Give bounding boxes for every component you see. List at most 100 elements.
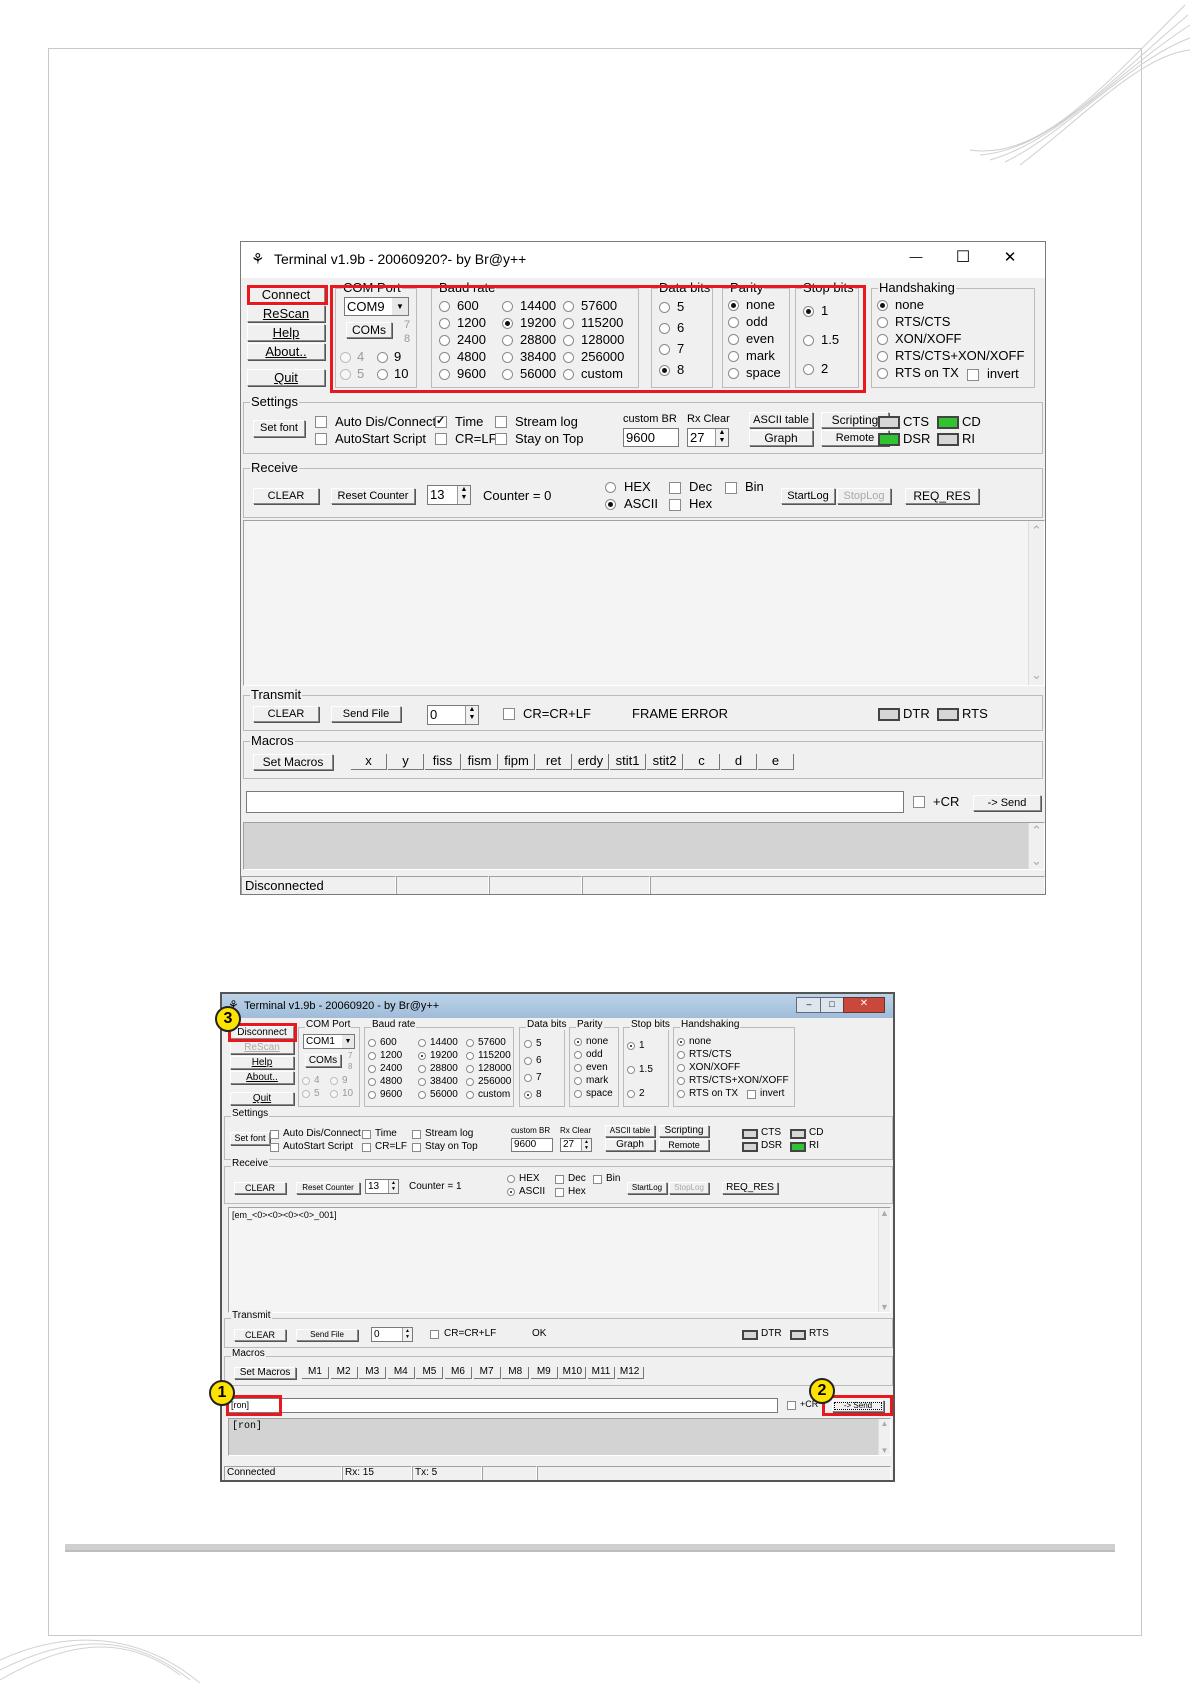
set-font-button[interactable]: Set font	[230, 1132, 270, 1145]
radio-handshake-xon-xoff[interactable]	[677, 1064, 685, 1072]
radio-baud-14400[interactable]	[418, 1039, 426, 1047]
checkbox-stream-log[interactable]	[495, 416, 507, 428]
radio-parity-odd[interactable]	[574, 1051, 582, 1059]
receive-clear-button[interactable]: CLEAR	[253, 488, 319, 504]
set-macros-button[interactable]: Set Macros	[253, 754, 333, 770]
close-icon[interactable]: ✕	[843, 997, 885, 1013]
reset-counter-button[interactable]: Reset Counter	[331, 488, 415, 504]
checkbox-time[interactable]	[435, 414, 447, 428]
rescan-button[interactable]: ReScan	[230, 1041, 294, 1054]
macro-button-m9[interactable]: M9	[530, 1367, 558, 1379]
cr-checkbox[interactable]	[913, 796, 925, 808]
scroll-down-icon[interactable]: ⌄	[1029, 667, 1044, 683]
checkbox-autostart-script[interactable]	[315, 433, 327, 445]
radio-stopbits-2[interactable]	[627, 1090, 635, 1098]
send-file-button[interactable]: Send File	[331, 706, 401, 722]
graph-button[interactable]: Graph	[605, 1139, 655, 1151]
radio-handshake-rts-cts-xon-xoff[interactable]	[677, 1077, 685, 1085]
rescan-button[interactable]: ReScan	[247, 305, 325, 322]
receive-output-area[interactable]: ⌃ ⌄	[243, 520, 1045, 686]
scroll-down-icon[interactable]: ▼	[879, 1302, 890, 1312]
transmit-clear-button[interactable]: CLEAR	[253, 706, 319, 722]
radio-baud-custom[interactable]	[466, 1091, 474, 1099]
hex-radio[interactable]	[605, 482, 616, 493]
checkbox-stream-log[interactable]	[412, 1130, 421, 1139]
radio-baud-600[interactable]	[368, 1039, 376, 1047]
macro-button-m6[interactable]: M6	[445, 1367, 472, 1379]
macro-button-m10[interactable]: M10	[559, 1367, 587, 1379]
reset-counter-button[interactable]: Reset Counter	[296, 1182, 360, 1194]
macro-button-y[interactable]: y	[388, 754, 424, 770]
minimize-icon[interactable]: —	[901, 249, 931, 264]
send-input[interactable]: [ron]	[228, 1398, 778, 1413]
receive-scrollbar[interactable]: ▲ ▼	[878, 1208, 890, 1312]
radio-databits-8[interactable]	[524, 1091, 532, 1099]
help-button[interactable]: Help	[247, 324, 325, 341]
quit-button[interactable]: Quit	[247, 369, 325, 386]
checkbox-stay-on-top[interactable]	[495, 433, 507, 445]
send-button[interactable]: -> Send	[973, 795, 1041, 811]
receive-output-area[interactable]: [em_<0><0><0><0>_001] ▲ ▼	[228, 1207, 891, 1313]
spin-arrows-icon[interactable]: ▲ ▼	[465, 706, 478, 724]
hex-checkbox[interactable]	[669, 499, 681, 511]
macro-button-e[interactable]: e	[758, 754, 794, 770]
macro-button-c[interactable]: c	[684, 754, 720, 770]
transmit-output-area[interactable]: ⌃ ⌄	[243, 822, 1045, 870]
counter-spin[interactable]: 13 ▲ ▼	[427, 485, 471, 505]
macro-button-m5[interactable]: M5	[416, 1367, 444, 1379]
dec-checkbox[interactable]	[669, 482, 681, 494]
radio-baud-128000[interactable]	[466, 1065, 474, 1073]
remote-button[interactable]: Remote	[659, 1139, 709, 1151]
scripting-button[interactable]: Scripting	[659, 1125, 709, 1137]
radio-handshake-rts-cts-xon-xoff[interactable]	[877, 351, 888, 362]
req-res-button[interactable]: REQ_RES	[722, 1182, 778, 1194]
port-radio-10[interactable]	[330, 1090, 338, 1098]
checkbox-time[interactable]	[362, 1130, 371, 1139]
radio-baud-28800[interactable]	[418, 1065, 426, 1073]
radio-handshake-none[interactable]	[677, 1038, 685, 1046]
macro-button-ret[interactable]: ret	[536, 754, 572, 770]
radio-baud-2400[interactable]	[368, 1065, 376, 1073]
ascii-table-button[interactable]: ASCII table	[605, 1125, 655, 1137]
radio-handshake-rts-on-tx[interactable]	[877, 368, 888, 379]
spin-arrows-icon[interactable]: ▲ ▼	[388, 1180, 398, 1193]
scroll-up-icon[interactable]: ⌃	[1029, 523, 1044, 539]
macro-button-m11[interactable]: M11	[588, 1367, 615, 1379]
radio-parity-even[interactable]	[574, 1064, 582, 1072]
help-button[interactable]: Help	[230, 1056, 294, 1069]
macro-button-m8[interactable]: M8	[502, 1367, 530, 1379]
macro-button-m7[interactable]: M7	[473, 1367, 501, 1379]
about-button[interactable]: About..	[230, 1071, 294, 1084]
custom-br-input[interactable]: 9600	[623, 428, 679, 447]
startlog-button[interactable]: StartLog	[627, 1182, 667, 1194]
about-button[interactable]: About..	[247, 343, 325, 360]
send-input[interactable]	[246, 791, 904, 813]
custom-br-input[interactable]: 9600	[511, 1138, 553, 1152]
bin-checkbox[interactable]	[593, 1175, 602, 1184]
checkbox-auto-dis-connect[interactable]	[270, 1130, 279, 1139]
quit-button[interactable]: Quit	[230, 1092, 294, 1105]
port-radio-4[interactable]	[302, 1077, 310, 1085]
macro-button-m12[interactable]: M12	[616, 1367, 644, 1379]
invert-checkbox[interactable]	[967, 369, 979, 381]
macro-button-stit1[interactable]: stit1	[610, 754, 646, 770]
close-icon[interactable]: ✕	[995, 248, 1025, 266]
counter-spin[interactable]: 13 ▲ ▼	[365, 1179, 399, 1194]
spin-arrows-icon[interactable]: ▲ ▼	[715, 429, 728, 446]
set-font-button[interactable]: Set font	[253, 420, 305, 437]
transmit-spin[interactable]: 0 ▲ ▼	[371, 1327, 413, 1342]
port-radio-5[interactable]	[302, 1090, 310, 1098]
radio-databits-7[interactable]	[524, 1074, 532, 1082]
stoplog-button[interactable]: StopLog	[837, 488, 891, 504]
radio-baud-56000[interactable]	[418, 1091, 426, 1099]
radio-baud-9600[interactable]	[368, 1091, 376, 1099]
macro-button-fipm[interactable]: fipm	[499, 754, 535, 770]
spin-arrows-icon[interactable]: ▲ ▼	[402, 1328, 412, 1341]
scroll-up-icon[interactable]: ▲	[879, 1208, 890, 1218]
rx-clear-input[interactable]: 27 ▲ ▼	[560, 1138, 592, 1152]
dec-checkbox[interactable]	[555, 1175, 564, 1184]
bin-checkbox[interactable]	[725, 482, 737, 494]
macro-button-stit2[interactable]: stit2	[647, 754, 683, 770]
radio-baud-4800[interactable]	[368, 1078, 376, 1086]
ascii-radio[interactable]	[507, 1188, 515, 1196]
